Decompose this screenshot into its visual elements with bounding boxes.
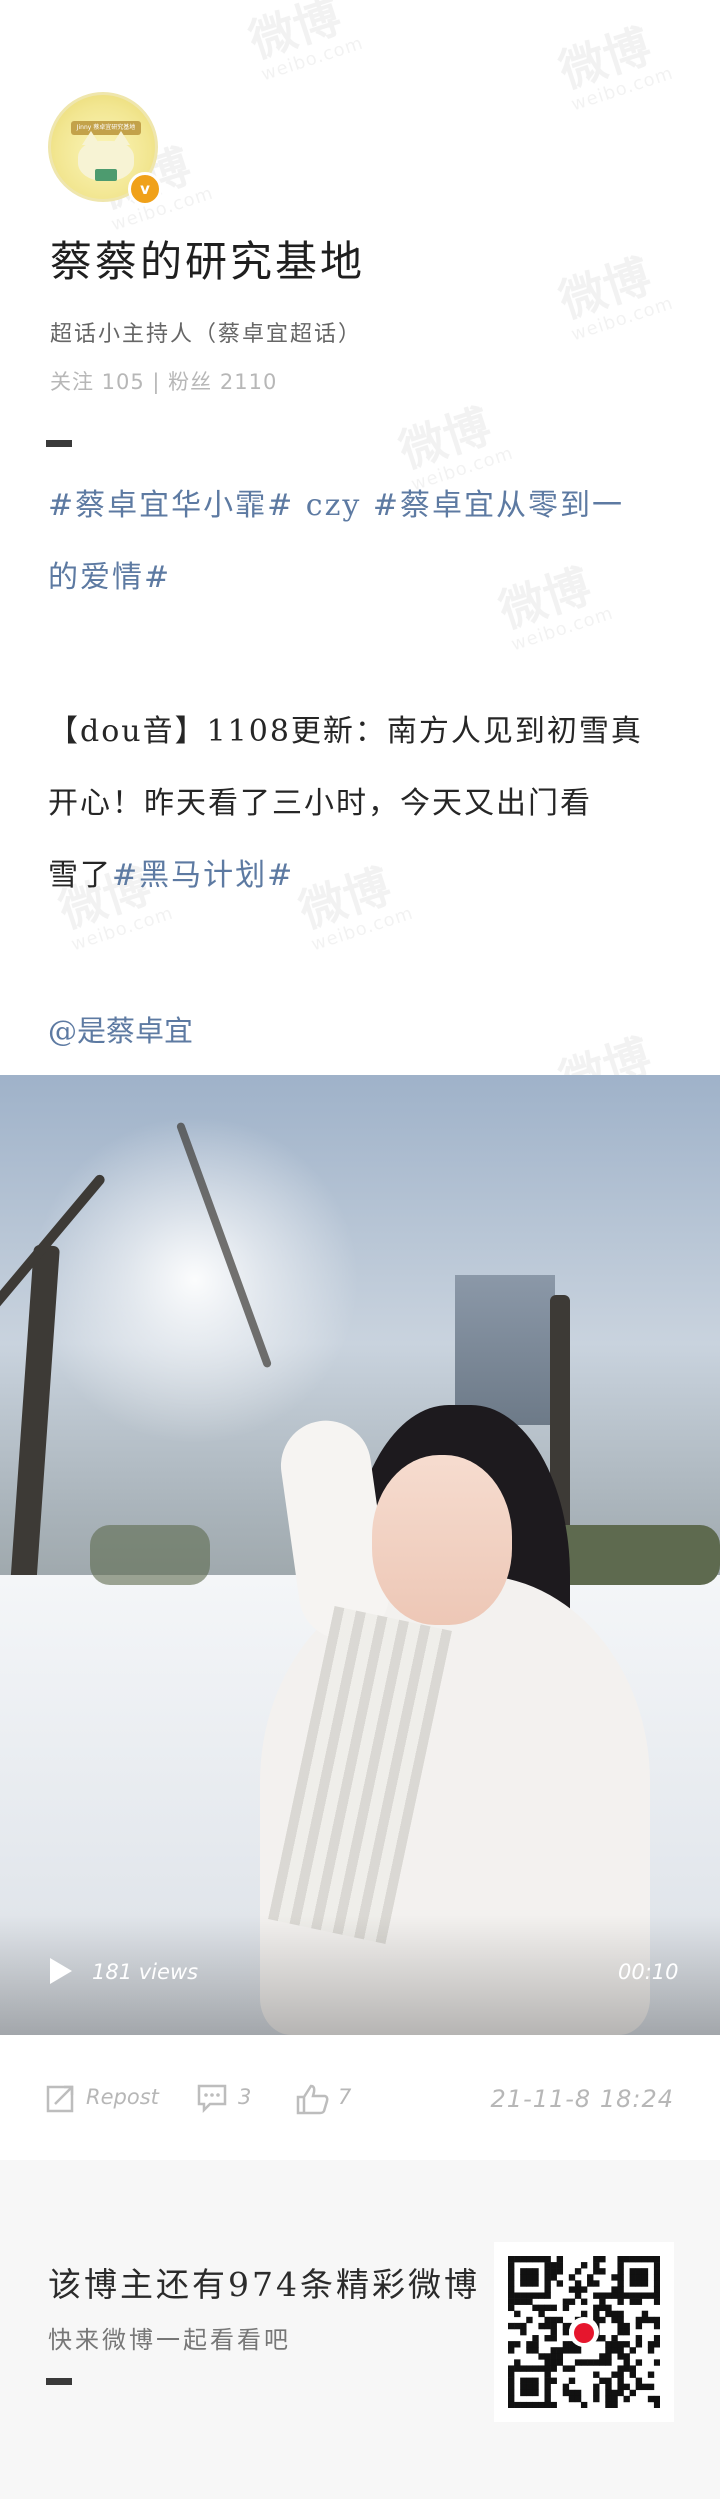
post-body: 【dou音】1108更新：南方人见到初雪真 开心！昨天看了三小时，今天又出门看 …	[48, 696, 668, 912]
video-duration: 00:10	[618, 1960, 679, 1984]
weibo-qr-code-icon[interactable]	[494, 2242, 674, 2422]
like-count[interactable]: 7	[338, 2085, 351, 2109]
post-body-line: 【dou音】1108更新：南方人见到初雪真	[48, 714, 643, 749]
hashtag-link[interactable]: 的爱情#	[48, 560, 171, 595]
background-building	[455, 1275, 555, 1425]
view-count: 181 views	[92, 1960, 199, 1984]
post-tags: #蔡卓宜华小霏# czy #蔡卓宜从零到一 的爱情#	[48, 470, 668, 614]
user-name[interactable]: 蔡蔡的研究基地	[50, 228, 365, 289]
footer-subtitle: 快来微博一起看看吧	[48, 2326, 291, 2354]
comment-icon[interactable]	[196, 2083, 228, 2117]
hashtag-link[interactable]: #黑马计划#	[112, 858, 294, 893]
post-body-line: 雪了	[48, 858, 112, 893]
comment-count[interactable]: 3	[238, 2085, 251, 2109]
footer-title: 该博主还有974条精彩微博	[48, 2265, 480, 2304]
action-bar: Repost 3 7 21-11-8 18:24	[0, 2035, 720, 2160]
hashtag-link[interactable]: #蔡卓宜华小霏# czy #蔡卓宜从零到一	[48, 488, 624, 523]
post-timestamp: 21-11-8 18:24	[490, 2085, 674, 2113]
watermark: 微博weibo.com	[552, 18, 677, 116]
post-body-line: 开心！昨天看了三小时，今天又出门看	[48, 786, 592, 821]
book-icon	[95, 169, 117, 181]
watermark: 微博weibo.com	[242, 0, 367, 86]
mention-link[interactable]: @是蔡卓宜	[48, 1008, 193, 1050]
verified-badge-icon: v	[128, 172, 162, 206]
repost-button[interactable]: Repost	[86, 2085, 159, 2109]
footer-divider	[46, 2378, 72, 2385]
play-icon[interactable]	[50, 1958, 72, 1984]
footer-promo: 该博主还有974条精彩微博 快来微博一起看看吧	[0, 2160, 720, 2499]
hedge	[90, 1525, 210, 1585]
repost-icon[interactable]	[46, 2083, 76, 2117]
like-icon[interactable]	[296, 2083, 330, 2119]
person-face	[372, 1455, 512, 1625]
video-player[interactable]	[0, 1075, 720, 2035]
user-stats: 关注 105 | 粉丝 2110	[50, 370, 278, 394]
section-divider	[46, 440, 72, 447]
user-description: 超话小主持人（蔡卓宜超话）	[50, 322, 363, 347]
watermark: 微博weibo.com	[552, 248, 677, 346]
